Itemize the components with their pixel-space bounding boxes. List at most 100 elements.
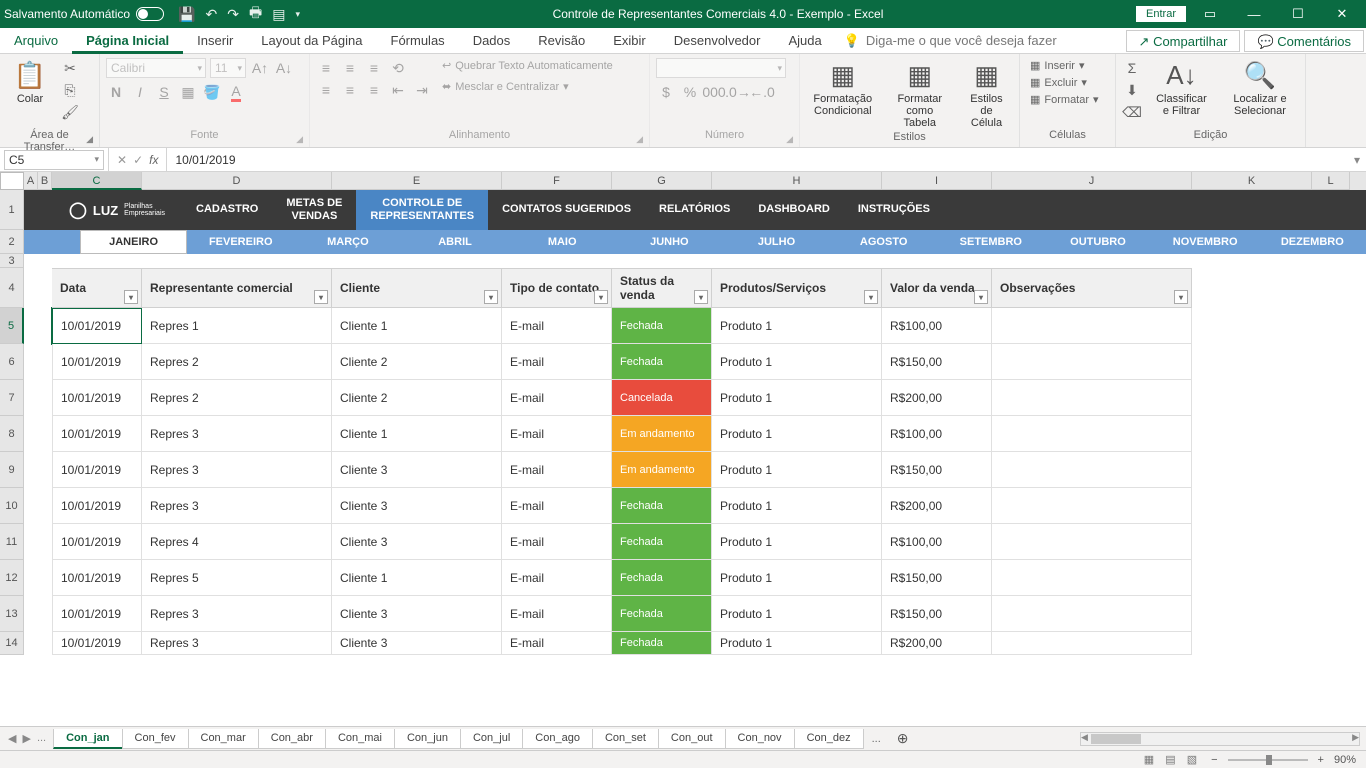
increase-font-icon[interactable]: A↑ <box>250 58 270 78</box>
month-tab-maio[interactable]: MAIO <box>509 230 616 254</box>
cell[interactable]: R$200,00 <box>882 632 992 655</box>
merge-center-button[interactable]: ⬌Mesclar e Centralizar ▾ <box>438 79 617 94</box>
column-header-data[interactable]: Data▾ <box>52 268 142 308</box>
cell[interactable] <box>992 308 1192 344</box>
increase-decimal-icon[interactable]: .0→ <box>728 82 748 102</box>
decrease-indent-icon[interactable]: ⇤ <box>388 80 408 100</box>
row-header-2[interactable]: 2 <box>0 230 24 254</box>
cell[interactable]: E-mail <box>502 596 612 632</box>
month-tab-julho[interactable]: JULHO <box>723 230 830 254</box>
app-tab-controle-de-representantes[interactable]: CONTROLE DEREPRESENTANTES <box>356 190 488 230</box>
row-header-3[interactable]: 3 <box>0 254 24 268</box>
row-header-12[interactable]: 12 <box>0 560 24 596</box>
column-header-G[interactable]: G <box>612 172 712 190</box>
bold-icon[interactable]: N <box>106 82 126 102</box>
align-middle-icon[interactable]: ≡ <box>340 58 360 78</box>
cell[interactable]: Repres 2 <box>142 344 332 380</box>
cell[interactable] <box>992 560 1192 596</box>
sheet-tab-Con_fev[interactable]: Con_fev <box>122 729 189 749</box>
cut-icon[interactable]: ✂ <box>60 58 80 78</box>
filter-icon[interactable]: ▾ <box>594 290 608 304</box>
cell[interactable]: Fechada <box>612 488 712 524</box>
fill-icon[interactable]: ⬇ <box>1122 80 1142 100</box>
row-header-7[interactable]: 7 <box>0 380 24 416</box>
cell[interactable]: E-mail <box>502 452 612 488</box>
cell[interactable] <box>992 488 1192 524</box>
underline-icon[interactable]: S <box>154 82 174 102</box>
cell[interactable]: Repres 3 <box>142 632 332 655</box>
font-name-combo[interactable]: Calibri <box>106 58 206 78</box>
sheet-nav-prev-icon[interactable]: ◀ <box>6 732 18 745</box>
cell[interactable]: Fechada <box>612 596 712 632</box>
tab-data[interactable]: Dados <box>459 28 525 54</box>
cell[interactable]: Produto 1 <box>712 596 882 632</box>
cell[interactable] <box>992 452 1192 488</box>
sheet-tab-Con_out[interactable]: Con_out <box>658 729 726 749</box>
cell[interactable]: Produto 1 <box>712 380 882 416</box>
cell[interactable]: Fechada <box>612 632 712 655</box>
filter-icon[interactable]: ▾ <box>864 290 878 304</box>
column-header-B[interactable]: B <box>38 172 52 190</box>
cell[interactable] <box>992 416 1192 452</box>
font-size-combo[interactable]: 11 <box>210 58 246 78</box>
column-header-L[interactable]: L <box>1312 172 1350 190</box>
cell[interactable]: Cliente 1 <box>332 560 502 596</box>
zoom-level[interactable]: 90% <box>1334 754 1356 766</box>
formula-input[interactable]: 10/01/2019 <box>167 153 1348 167</box>
autosum-icon[interactable]: Σ <box>1122 58 1142 78</box>
zoom-in-button[interactable]: + <box>1318 754 1324 766</box>
tab-formulas[interactable]: Fórmulas <box>377 28 459 54</box>
zoom-out-button[interactable]: − <box>1211 754 1217 766</box>
font-color-icon[interactable]: A <box>226 82 246 102</box>
app-tab-metas-de-vendas[interactable]: METAS DEVENDAS <box>272 190 356 230</box>
row-header-6[interactable]: 6 <box>0 344 24 380</box>
cell[interactable]: Cliente 2 <box>332 344 502 380</box>
toggle-off-icon[interactable] <box>136 7 164 21</box>
column-header-E[interactable]: E <box>332 172 502 190</box>
expand-formula-icon[interactable]: ▾ <box>1348 153 1366 167</box>
column-header-valor-da-venda[interactable]: Valor da venda▾ <box>882 268 992 308</box>
month-tab-fevereiro[interactable]: FEVEREIRO <box>187 230 294 254</box>
horizontal-scrollbar[interactable]: ◀▶ <box>1080 732 1360 746</box>
cell[interactable]: Em andamento <box>612 452 712 488</box>
cell[interactable]: Repres 3 <box>142 416 332 452</box>
cell[interactable]: 10/01/2019 <box>52 488 142 524</box>
cell[interactable] <box>992 524 1192 560</box>
cell[interactable]: Cliente 2 <box>332 380 502 416</box>
ribbon-options-icon[interactable]: ▭ <box>1190 6 1230 22</box>
align-top-icon[interactable]: ≡ <box>316 58 336 78</box>
cell[interactable]: R$100,00 <box>882 416 992 452</box>
filter-icon[interactable]: ▾ <box>484 290 498 304</box>
cell[interactable]: 10/01/2019 <box>52 596 142 632</box>
align-right-icon[interactable]: ≡ <box>364 80 384 100</box>
cell[interactable]: 10/01/2019 <box>52 308 142 344</box>
cell[interactable]: Cliente 3 <box>332 488 502 524</box>
clear-icon[interactable]: ⌫ <box>1122 102 1142 122</box>
cell[interactable]: Cliente 3 <box>332 596 502 632</box>
close-icon[interactable]: ✕ <box>1322 6 1362 22</box>
column-header-status-da-venda[interactable]: Status da venda▾ <box>612 268 712 308</box>
filter-icon[interactable]: ▾ <box>1174 290 1188 304</box>
cell[interactable]: Fechada <box>612 344 712 380</box>
format-as-table-button[interactable]: ▦Formatar como Tabela <box>886 58 954 131</box>
sheet-tab-Con_jul[interactable]: Con_jul <box>460 729 523 749</box>
dialog-launcher-icon[interactable]: ◢ <box>86 134 93 145</box>
cell[interactable]: Fechada <box>612 308 712 344</box>
cell[interactable]: Em andamento <box>612 416 712 452</box>
page-layout-view-icon[interactable]: ▤ <box>1161 754 1179 766</box>
tab-file[interactable]: Arquivo <box>0 28 72 54</box>
comma-icon[interactable]: 000 <box>704 82 724 102</box>
dialog-launcher-icon[interactable]: ◢ <box>636 134 643 145</box>
cell[interactable]: R$200,00 <box>882 380 992 416</box>
copy-icon[interactable]: ⎘ <box>60 80 80 100</box>
cell[interactable] <box>992 632 1192 655</box>
increase-indent-icon[interactable]: ⇥ <box>412 80 432 100</box>
enter-formula-icon[interactable]: ✓ <box>133 153 143 167</box>
filter-icon[interactable]: ▾ <box>974 290 988 304</box>
tab-layout[interactable]: Layout da Página <box>247 28 376 54</box>
column-header-D[interactable]: D <box>142 172 332 190</box>
sheet-tab-Con_set[interactable]: Con_set <box>592 729 659 749</box>
save-icon[interactable]: 💾 <box>178 6 195 23</box>
row-header-1[interactable]: 1 <box>0 190 24 230</box>
cell[interactable]: Produto 1 <box>712 452 882 488</box>
